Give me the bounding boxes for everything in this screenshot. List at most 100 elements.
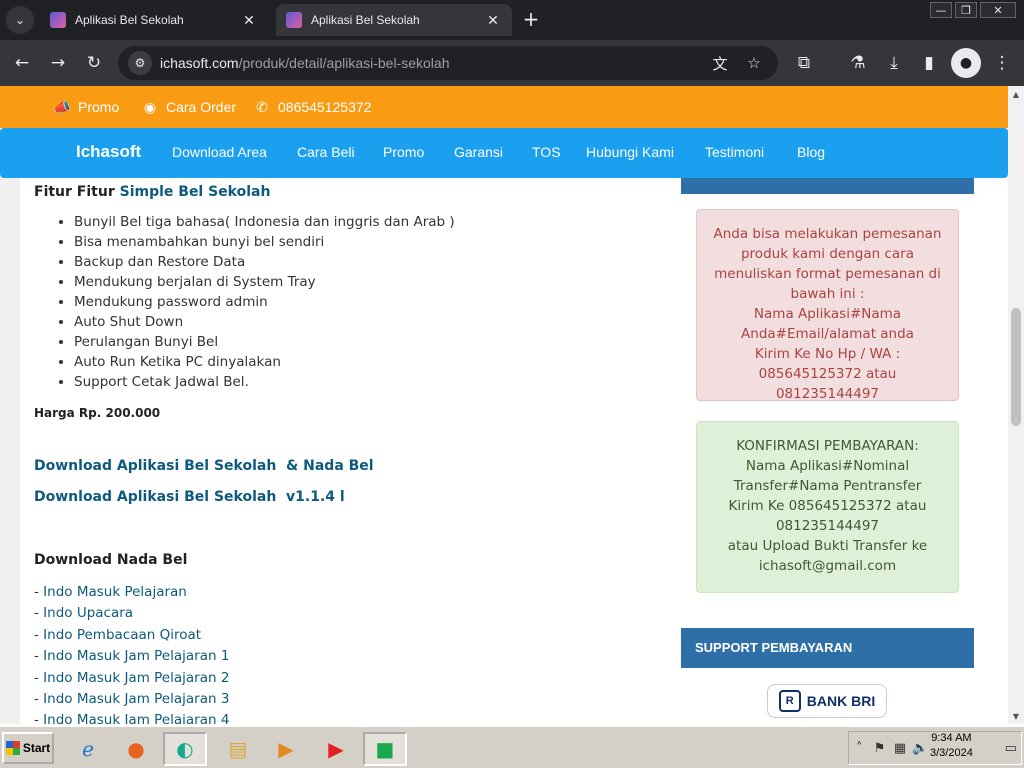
menu-kebab-icon[interactable]: ⋮ (988, 49, 1016, 77)
browser-toolbar: ← → ↻ ⚙ ichasoft.com/produk/detail/aplik… (0, 40, 1024, 86)
nav-tos[interactable]: TOS (532, 144, 561, 160)
translate-icon[interactable]: 文 (706, 49, 734, 77)
price-label: Harga Rp. 200.000 (34, 406, 161, 420)
windows-logo-icon (5, 741, 20, 755)
list-item: Bisa menambahkan bunyi bel sendiri (74, 232, 455, 252)
chat-app-icon[interactable]: ■ (363, 732, 407, 766)
new-tab-button[interactable]: + (520, 7, 542, 31)
profile-avatar-icon[interactable]: ● (951, 48, 981, 78)
list-item: Bunyil Bel tiga bahasa( Indonesia dan in… (74, 212, 455, 232)
bri-mark-icon: R (778, 690, 801, 712)
start-button[interactable]: Start (2, 732, 54, 764)
download-icon[interactable]: ⤓ (880, 49, 908, 77)
confirm-contact-text: Kirim Ke 085645125372 atau 081235144497 (728, 498, 927, 534)
nada-link[interactable]: Indo Upacara (43, 605, 133, 621)
action-center-flag-icon[interactable]: ⚑ (869, 737, 889, 759)
site-info-icon[interactable]: ⚙ (128, 51, 152, 75)
cara-order-link[interactable]: ◉ Cara Order (140, 97, 236, 117)
extensions-icon[interactable]: ⧉ (790, 49, 818, 77)
nav-cara-beli[interactable]: Cara Beli (297, 144, 355, 160)
list-item[interactable]: - Indo Upacara (34, 603, 229, 624)
top-info-bar: 📣 Promo ◉ Cara Order ✆ 086545125372 (0, 86, 1008, 128)
side-panel-icon[interactable]: ▮ (915, 49, 943, 77)
labs-flask-icon[interactable]: ⚗ (844, 49, 872, 77)
nada-link[interactable]: Indo Pembacaan Qiroat (43, 627, 201, 643)
close-window-button[interactable]: ✕ (980, 2, 1016, 18)
promo-link[interactable]: 📣 Promo (52, 97, 119, 117)
nada-link[interactable]: Indo Masuk Pelajaran (43, 584, 187, 600)
sidebar-header (681, 178, 974, 194)
notification-icon[interactable]: ▭ (1001, 737, 1021, 759)
megaphone-icon: 📣 (53, 98, 71, 115)
main-content: Fitur Fitur Simple Bel Sekolah Bunyil Be… (20, 178, 1008, 724)
start-label: Start (22, 741, 51, 755)
confirm-format-text: Nama Aplikasi#Nominal Transfer#Nama Pent… (733, 458, 922, 494)
bank-name: BANK BRI (806, 693, 876, 709)
nav-download-area[interactable]: Download Area (172, 144, 267, 160)
order-info-box: Anda bisa melakukan pemesanan produk kam… (696, 209, 959, 402)
download-app-version-link[interactable]: Download Aplikasi Bel Sekolah v1.1.4 l (34, 489, 345, 505)
nav-promo[interactable]: Promo (383, 144, 424, 160)
download-app-nada-link[interactable]: Download Aplikasi Bel Sekolah & Nada Bel (34, 458, 374, 474)
media-player-icon[interactable]: ▶ (264, 732, 308, 766)
close-tab-icon[interactable]: ✕ (240, 11, 258, 29)
firefox-icon[interactable]: ● (114, 732, 158, 766)
site-favicon-icon (50, 12, 66, 28)
list-item[interactable]: - Indo Pembacaan Qiroat (34, 625, 229, 646)
list-item[interactable]: - Indo Masuk Jam Pelajaran 1 (34, 646, 229, 667)
brand-logo[interactable]: Ichasoft (76, 142, 141, 162)
youtube-icon[interactable]: ▶ (314, 732, 358, 766)
reload-icon[interactable]: ↻ (80, 49, 108, 77)
order-contact-text: Kirim Ke No Hp / WA : 085645125372 atau … (754, 346, 901, 402)
back-icon[interactable]: ← (8, 49, 36, 77)
tray-expand-icon[interactable]: ˄ (849, 737, 869, 759)
address-bar[interactable]: ⚙ ichasoft.com/produk/detail/aplikasi-be… (118, 46, 778, 80)
tab-aplikasi-bel-sekolah-2[interactable]: Aplikasi Bel Sekolah ✕ (276, 4, 512, 36)
close-tab-icon[interactable]: ✕ (484, 11, 502, 29)
network-icon[interactable]: ▦ (890, 737, 910, 759)
tab-aplikasi-bel-sekolah-1[interactable]: Aplikasi Bel Sekolah ✕ (40, 4, 268, 36)
url-text[interactable]: ichasoft.com/produk/detail/aplikasi-bel-… (160, 55, 450, 71)
feature-heading: Fitur Fitur Simple Bel Sekolah (34, 184, 270, 200)
cara-order-label: Cara Order (166, 99, 237, 115)
scroll-down-icon[interactable]: ▼ (1008, 708, 1024, 724)
internet-explorer-icon[interactable]: ℯ (66, 732, 110, 766)
feature-list: Bunyil Bel tiga bahasa( Indonesia dan in… (74, 212, 455, 392)
scroll-thumb[interactable] (1011, 308, 1021, 426)
nav-testimoni[interactable]: Testimoni (705, 144, 764, 160)
tab-search-button[interactable]: ⌄ (6, 6, 34, 34)
nav-blog[interactable]: Blog (797, 144, 825, 160)
nada-link[interactable]: Indo Masuk Jam Pelajaran 1 (43, 648, 229, 664)
nav-garansi[interactable]: Garansi (454, 144, 503, 160)
list-item[interactable]: - Indo Masuk Jam Pelajaran 3 (34, 689, 229, 710)
minimize-button[interactable]: — (930, 2, 952, 18)
nada-bel-heading: Download Nada Bel (34, 552, 188, 568)
list-item: Mendukung berjalan di System Tray (74, 272, 455, 292)
list-item: Auto Shut Down (74, 312, 455, 332)
nada-link[interactable]: Indo Masuk Jam Pelajaran 4 (43, 712, 229, 724)
restore-button[interactable]: ❐ (955, 2, 977, 18)
list-item[interactable]: - Indo Masuk Pelajaran (34, 582, 229, 603)
feature-heading-link[interactable]: Simple Bel Sekolah (120, 184, 271, 200)
browser-tab-strip: ⌄ Aplikasi Bel Sekolah ✕ Aplikasi Bel Se… (0, 0, 1024, 40)
whatsapp-link[interactable]: ✆ 086545125372 (252, 97, 371, 117)
list-item: Mendukung password admin (74, 292, 455, 312)
bookmark-star-icon[interactable]: ☆ (740, 49, 768, 77)
nada-link[interactable]: Indo Masuk Jam Pelajaran 2 (43, 670, 229, 686)
nav-hubungi-kami[interactable]: Hubungi Kami (586, 144, 674, 160)
system-clock[interactable]: 9:34 AM 3/3/2024 (930, 731, 973, 761)
forward-icon[interactable]: → (44, 49, 72, 77)
edge-browser-icon[interactable]: ◐ (163, 732, 207, 766)
nada-bel-list: - Indo Masuk Pelajaran - Indo Upacara - … (34, 582, 229, 724)
list-item[interactable]: - Indo Masuk Jam Pelajaran 4 (34, 710, 229, 724)
scroll-up-icon[interactable]: ▲ (1008, 86, 1024, 102)
file-explorer-icon[interactable]: ▤ (216, 732, 260, 766)
bank-bri-logo: R BANK BRI (767, 684, 887, 718)
tab-title: Aplikasi Bel Sekolah (311, 13, 420, 27)
promo-label: Promo (78, 99, 120, 115)
list-item[interactable]: - Indo Masuk Jam Pelajaran 2 (34, 668, 229, 689)
nada-link[interactable]: Indo Masuk Jam Pelajaran 3 (43, 691, 229, 707)
confirm-title: KONFIRMASI PEMBAYARAN: (736, 438, 919, 454)
list-item: Support Cetak Jadwal Bel. (74, 372, 455, 392)
volume-muted-icon[interactable]: 🔈 (910, 737, 930, 759)
